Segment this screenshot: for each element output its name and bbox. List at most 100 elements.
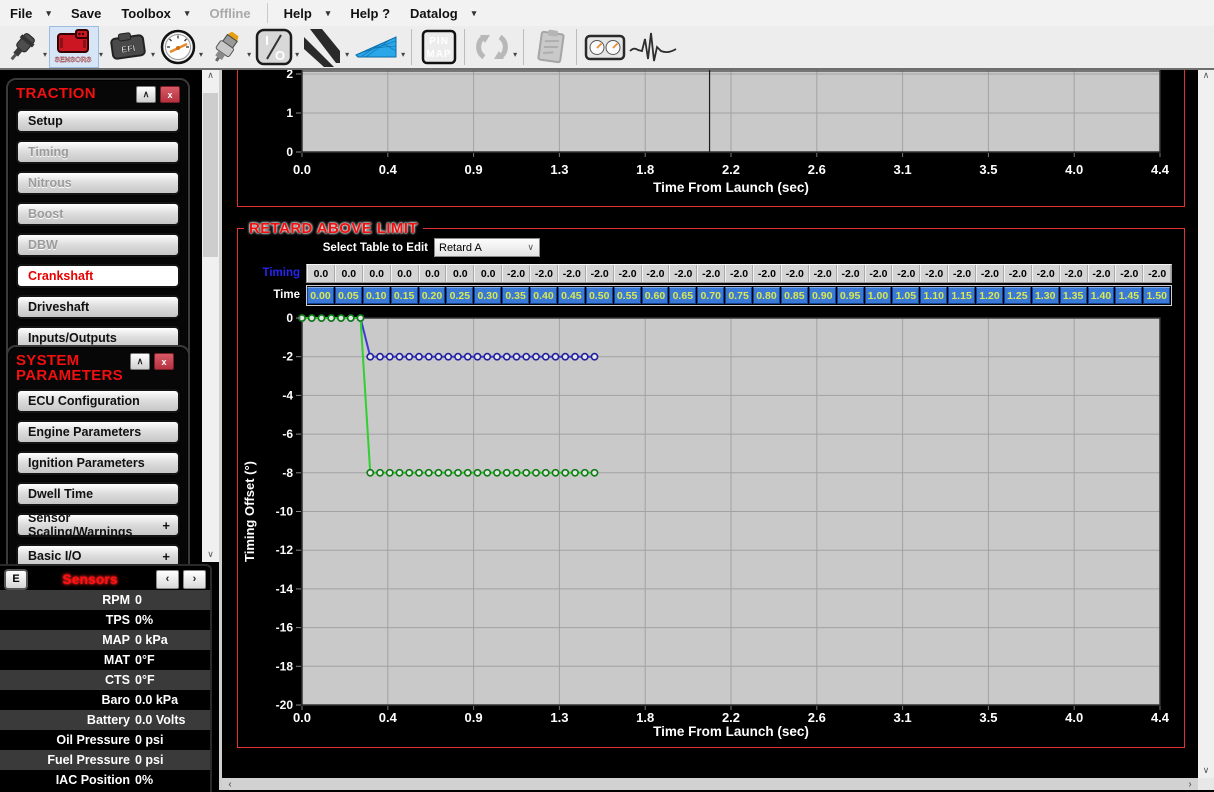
- time-cell[interactable]: 0.65: [669, 287, 696, 304]
- time-cell[interactable]: 0.10: [363, 287, 390, 304]
- sidebar-item-setup[interactable]: Setup: [16, 109, 180, 133]
- timing-cell[interactable]: -2.0: [697, 265, 725, 282]
- timing-cell[interactable]: 0.0: [391, 265, 419, 282]
- pin-map-button[interactable]: PIN MAP: [419, 27, 459, 67]
- timing-cell[interactable]: -2.0: [669, 265, 697, 282]
- timing-cell[interactable]: -2.0: [725, 265, 753, 282]
- dropdown-arrow-icon[interactable]: ▾: [151, 50, 155, 59]
- close-icon[interactable]: x: [160, 86, 180, 103]
- timing-cell[interactable]: -2.0: [1060, 265, 1088, 282]
- timing-cell[interactable]: 0.0: [307, 265, 335, 282]
- time-cell[interactable]: 1.50: [1143, 287, 1170, 304]
- timing-cell[interactable]: -2.0: [502, 265, 530, 282]
- timing-cell[interactable]: -2.0: [1115, 265, 1143, 282]
- menu-item-help[interactable]: Help▾: [274, 0, 341, 26]
- timing-cell[interactable]: -2.0: [809, 265, 837, 282]
- time-cell[interactable]: 0.05: [335, 287, 362, 304]
- time-cell[interactable]: 0.30: [474, 287, 501, 304]
- sensors-button[interactable]: SENSORS: [50, 27, 98, 67]
- time-cell[interactable]: 0.80: [753, 287, 780, 304]
- time-cell[interactable]: 0.75: [725, 287, 752, 304]
- retard-chart[interactable]: 0-2-4-6-8-10-12-14-16-18-200.00.40.91.31…: [222, 308, 1198, 778]
- vertical-scrollbar[interactable]: ∧ ∨: [1198, 68, 1214, 778]
- stripes-button[interactable]: [302, 27, 344, 67]
- time-cell[interactable]: 0.90: [809, 287, 836, 304]
- launch-chart-top[interactable]: 2100.00.40.91.31.82.22.63.13.54.04.4Time…: [222, 68, 1198, 205]
- timing-cell[interactable]: -2.0: [781, 265, 809, 282]
- timing-cell[interactable]: -2.0: [892, 265, 920, 282]
- time-cell[interactable]: 0.40: [530, 287, 557, 304]
- timing-cell[interactable]: 0.0: [335, 265, 363, 282]
- sidebar-item-engine-parameters[interactable]: Engine Parameters: [16, 420, 180, 444]
- time-cell[interactable]: 0.45: [558, 287, 585, 304]
- menu-item-datalog[interactable]: Datalog▾: [400, 0, 486, 26]
- collapse-button[interactable]: ∧: [136, 86, 156, 103]
- sidebar-item-ignition-parameters[interactable]: Ignition Parameters: [16, 451, 180, 475]
- time-cell[interactable]: 0.85: [781, 287, 808, 304]
- timing-cell[interactable]: -2.0: [1004, 265, 1032, 282]
- time-cell[interactable]: 0.00: [307, 287, 334, 304]
- notes-button[interactable]: [531, 27, 571, 67]
- sidebar-item-driveshaft[interactable]: Driveshaft: [16, 295, 180, 319]
- timing-cell[interactable]: -2.0: [948, 265, 976, 282]
- time-cell[interactable]: 1.25: [1004, 287, 1031, 304]
- sidebar-item-dbw[interactable]: DBW: [16, 233, 180, 257]
- sidebar-scrollbar-thumb[interactable]: [203, 93, 218, 257]
- time-cell[interactable]: 0.60: [642, 287, 669, 304]
- scroll-down-icon[interactable]: ∨: [1198, 763, 1214, 778]
- waveform-button[interactable]: [628, 27, 678, 67]
- menu-item-offline[interactable]: Offline: [199, 0, 260, 26]
- dropdown-arrow-icon[interactable]: ▾: [295, 50, 299, 59]
- scroll-left-icon[interactable]: ‹: [222, 778, 238, 790]
- timing-cell[interactable]: -2.0: [558, 265, 586, 282]
- timing-cell[interactable]: -2.0: [976, 265, 1004, 282]
- scroll-up-icon[interactable]: ∧: [202, 68, 219, 83]
- time-cell[interactable]: 0.55: [614, 287, 641, 304]
- time-cell[interactable]: 1.45: [1115, 287, 1142, 304]
- timing-cell[interactable]: -2.0: [1143, 265, 1171, 282]
- sidebar-item-timing[interactable]: Timing: [16, 140, 180, 164]
- dashboard-button[interactable]: [584, 27, 626, 67]
- time-cell[interactable]: 0.15: [391, 287, 418, 304]
- sidebar-item-nitrous[interactable]: Nitrous: [16, 171, 180, 195]
- time-cell[interactable]: 1.20: [976, 287, 1003, 304]
- menu-item-save[interactable]: Save: [61, 0, 111, 26]
- timing-cell[interactable]: -2.0: [753, 265, 781, 282]
- sidebar-item-crankshaft[interactable]: Crankshaft: [16, 264, 180, 288]
- prev-page-button[interactable]: ‹: [156, 570, 179, 589]
- spark-plug-button[interactable]: [206, 27, 246, 67]
- timing-cell[interactable]: 0.0: [363, 265, 391, 282]
- scroll-right-icon[interactable]: ›: [1182, 778, 1198, 790]
- expand-button[interactable]: E: [4, 569, 28, 590]
- time-cell[interactable]: 1.05: [892, 287, 919, 304]
- sidebar-item-dwell-time[interactable]: Dwell Time: [16, 482, 180, 506]
- timing-cell[interactable]: 0.0: [446, 265, 474, 282]
- time-cell[interactable]: 0.25: [446, 287, 473, 304]
- time-cell[interactable]: 0.70: [697, 287, 724, 304]
- time-cell[interactable]: 1.30: [1032, 287, 1059, 304]
- next-page-button[interactable]: ›: [183, 570, 206, 589]
- timing-cell[interactable]: 0.0: [474, 265, 502, 282]
- table-select[interactable]: Retard A ∨: [434, 238, 540, 257]
- time-cell[interactable]: 0.50: [586, 287, 613, 304]
- sidebar-item-boost[interactable]: Boost: [16, 202, 180, 226]
- splitter[interactable]: [219, 68, 222, 790]
- time-cell[interactable]: 1.15: [948, 287, 975, 304]
- close-icon[interactable]: x: [154, 353, 174, 370]
- time-cell[interactable]: 1.00: [865, 287, 892, 304]
- dropdown-arrow-icon[interactable]: ▾: [99, 50, 103, 59]
- sidebar-scrollbar[interactable]: ∧ ∨: [202, 68, 219, 562]
- timing-cell[interactable]: 0.0: [419, 265, 447, 282]
- scroll-up-icon[interactable]: ∧: [1198, 68, 1214, 83]
- time-cell[interactable]: 1.40: [1088, 287, 1115, 304]
- time-cell[interactable]: 0.20: [419, 287, 446, 304]
- scroll-down-icon[interactable]: ∨: [202, 547, 219, 562]
- dropdown-arrow-icon[interactable]: ▾: [43, 50, 47, 59]
- timing-cell[interactable]: -2.0: [586, 265, 614, 282]
- timing-cell[interactable]: -2.0: [614, 265, 642, 282]
- menu-item-file[interactable]: File▾: [0, 0, 61, 26]
- time-cell[interactable]: 0.95: [837, 287, 864, 304]
- time-cell[interactable]: 1.35: [1060, 287, 1087, 304]
- menu-item-help[interactable]: Help ?: [340, 0, 400, 26]
- cone-button[interactable]: [352, 27, 400, 67]
